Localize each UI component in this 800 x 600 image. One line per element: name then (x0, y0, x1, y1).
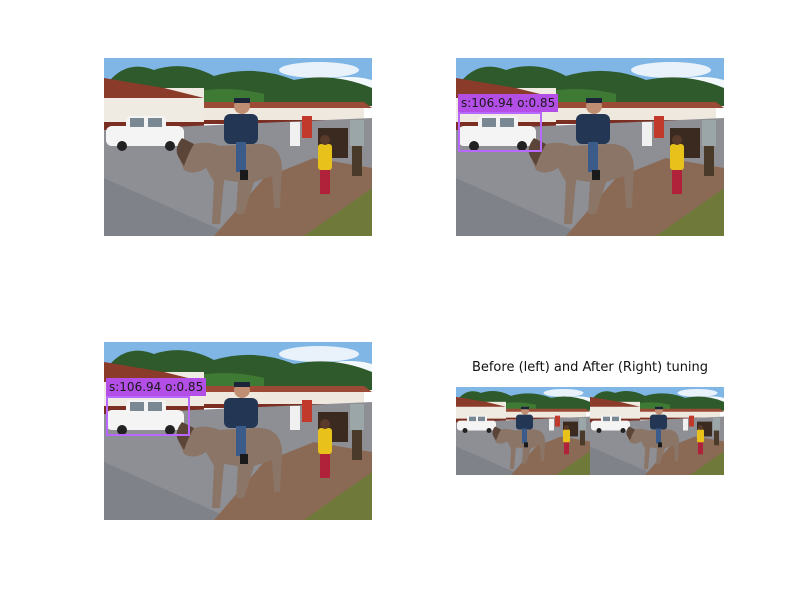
detection-label: s:106.94 o:0.85 (106, 378, 207, 396)
scene-photo-before (456, 387, 590, 475)
comparison-caption: Before (left) and After (Right) tuning (471, 360, 709, 375)
scene-photo-after (590, 387, 724, 475)
image-panel-detection-left: s:106.94 o:0.85 (104, 342, 372, 520)
image-panel-detection-right: s:106.94 o:0.85 (456, 58, 724, 236)
detection-bounding-box (106, 396, 190, 436)
scene-photo (104, 58, 372, 236)
detection-label: s:106.94 o:0.85 (458, 94, 559, 112)
image-panel-original (104, 58, 372, 236)
image-panel-comparison (456, 387, 724, 475)
detection-bounding-box (458, 112, 542, 152)
